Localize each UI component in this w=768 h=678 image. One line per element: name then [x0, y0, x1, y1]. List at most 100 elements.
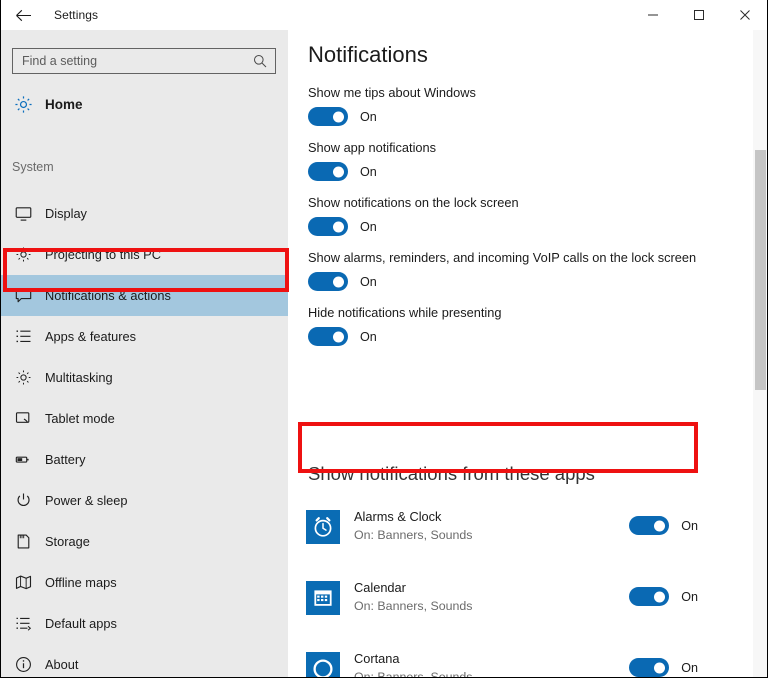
- toggle-row: On: [308, 107, 698, 126]
- cortana-ring-icon: [306, 652, 340, 678]
- sidebar-item-multitasking[interactable]: Multitasking: [0, 357, 288, 398]
- toggle-state-label: On: [360, 219, 377, 234]
- storage-icon: [12, 531, 34, 553]
- toggle-switch[interactable]: [308, 162, 348, 181]
- minimize-icon[interactable]: [630, 0, 676, 30]
- toggle-state-label: On: [360, 274, 377, 289]
- sidebar-item-display[interactable]: Display: [0, 193, 288, 234]
- tablet-icon: [12, 408, 34, 430]
- sidebar-item-storage[interactable]: Storage: [0, 521, 288, 562]
- toggle-switch[interactable]: [308, 107, 348, 126]
- list-item[interactable]: Cortana On: Banners, Sounds On: [306, 650, 746, 678]
- app-notification-list: Alarms & Clock On: Banners, Sounds On Ca…: [306, 508, 746, 678]
- sidebar-item-label: Battery: [45, 452, 86, 467]
- list-item[interactable]: Alarms & Clock On: Banners, Sounds On: [306, 508, 746, 579]
- toggle-row: On: [308, 217, 698, 236]
- toggle-knob: [654, 591, 666, 602]
- toggle-switch[interactable]: [629, 516, 670, 535]
- search-input[interactable]: [13, 49, 248, 73]
- sidebar-item-default-apps[interactable]: Default apps: [0, 603, 288, 644]
- toggle-row: On: [308, 272, 698, 291]
- setting-alarms-reminders-voip: Show alarms, reminders, and incoming VoI…: [308, 249, 698, 291]
- sidebar-item-offline-maps[interactable]: Offline maps: [0, 562, 288, 603]
- sidebar-item-label: Default apps: [45, 616, 117, 631]
- window-edge-left: [0, 0, 1, 678]
- toggle-state-label: On: [360, 329, 377, 344]
- sidebar-item-label: Display: [45, 206, 87, 221]
- toggle-state-label: On: [681, 660, 698, 675]
- toggle-knob: [654, 662, 666, 673]
- list-arrow-icon: [12, 613, 34, 635]
- sidebar-item-battery[interactable]: Battery: [0, 439, 288, 480]
- back-button[interactable]: [0, 0, 46, 30]
- toggle-state-label: On: [681, 589, 698, 604]
- search-box[interactable]: [12, 48, 276, 74]
- toggle-switch[interactable]: [308, 272, 348, 291]
- battery-icon: [12, 449, 34, 471]
- toggle-knob: [654, 520, 666, 531]
- sidebar-item-label: Power & sleep: [45, 493, 128, 508]
- page-title: Notifications: [308, 42, 428, 67]
- sidebar-item-label: Projecting to this PC: [45, 247, 161, 262]
- setting-show-app-notifications: Show app notifications On: [308, 139, 698, 181]
- toggle-switch[interactable]: [629, 658, 670, 677]
- sidebar-item-projecting-to-this-pc[interactable]: Projecting to this PC: [0, 234, 288, 275]
- sidebar-group-label: System: [12, 160, 54, 174]
- sidebar-item-tablet-mode[interactable]: Tablet mode: [0, 398, 288, 439]
- setting-lock-screen-notifications: Show notifications on the lock screen On: [308, 194, 698, 236]
- sidebar-nav-list: Display Projecting to this PC Notificati…: [0, 193, 288, 678]
- title-bar: Settings: [0, 0, 768, 30]
- toggle-switch[interactable]: [308, 327, 348, 346]
- settings-window: Settings Find a setting Home System Disp…: [0, 0, 768, 678]
- setting-hide-while-presenting: Hide notifications while presenting On: [308, 304, 698, 346]
- toggle-knob: [333, 221, 344, 232]
- gear-icon: [12, 93, 34, 115]
- power-icon: [12, 490, 34, 512]
- setting-label: Show notifications on the lock screen: [308, 195, 519, 210]
- alarm-clock-icon: [306, 510, 340, 544]
- maximize-icon[interactable]: [676, 0, 722, 30]
- toggle-row: On: [308, 162, 698, 181]
- monitor-icon: [12, 203, 34, 225]
- window-controls: [630, 0, 768, 30]
- toggle-knob: [333, 276, 344, 287]
- toggle-switch[interactable]: [629, 587, 670, 606]
- toggle-row: On: [629, 587, 698, 606]
- sidebar-item-label: Apps & features: [45, 329, 137, 344]
- sidebar-item-notifications-and-actions[interactable]: Notifications & actions: [0, 275, 288, 316]
- sidebar-item-label: Storage: [45, 534, 90, 549]
- sidebar: Home System Display: [0, 30, 288, 678]
- toggle-switch[interactable]: [308, 217, 348, 236]
- sidebar-item-label: Multitasking: [45, 370, 113, 385]
- toggle-row: On: [308, 327, 698, 346]
- toggle-state-label: On: [681, 518, 698, 533]
- toggle-row: On: [629, 516, 698, 535]
- list-icon: [12, 326, 34, 348]
- vertical-scrollbar[interactable]: [753, 30, 768, 678]
- sidebar-item-apps-and-features[interactable]: Apps & features: [0, 316, 288, 357]
- gear-icon: [12, 244, 34, 266]
- sidebar-item-home[interactable]: Home: [0, 87, 288, 121]
- setting-label: Hide notifications while presenting: [308, 305, 502, 320]
- scrollbar-thumb[interactable]: [755, 150, 766, 390]
- close-icon[interactable]: [722, 0, 768, 30]
- toggle-state-label: On: [360, 109, 377, 124]
- apps-section-title: Show notifications from these apps: [308, 463, 595, 484]
- sidebar-item-label: Tablet mode: [45, 411, 115, 426]
- sidebar-item-label: About: [45, 657, 79, 672]
- gear-icon: [12, 367, 34, 389]
- toggle-knob: [333, 111, 344, 122]
- sidebar-item-power-and-sleep[interactable]: Power & sleep: [0, 480, 288, 521]
- main-content: Notifications Show me tips about Windows…: [288, 30, 768, 678]
- notification-settings-list: Show me tips about Windows On Show app n…: [308, 84, 698, 359]
- window-title: Settings: [54, 8, 99, 22]
- toggle-knob: [333, 166, 344, 177]
- list-item[interactable]: Calendar On: Banners, Sounds On: [306, 579, 746, 650]
- setting-show-tips: Show me tips about Windows On: [308, 84, 698, 126]
- map-icon: [12, 572, 34, 594]
- sidebar-item-label: Notifications & actions: [45, 288, 171, 303]
- sidebar-item-about[interactable]: About: [0, 644, 288, 678]
- setting-label: Show me tips about Windows: [308, 85, 476, 100]
- search-icon[interactable]: [248, 49, 272, 73]
- toggle-row: On: [629, 658, 698, 677]
